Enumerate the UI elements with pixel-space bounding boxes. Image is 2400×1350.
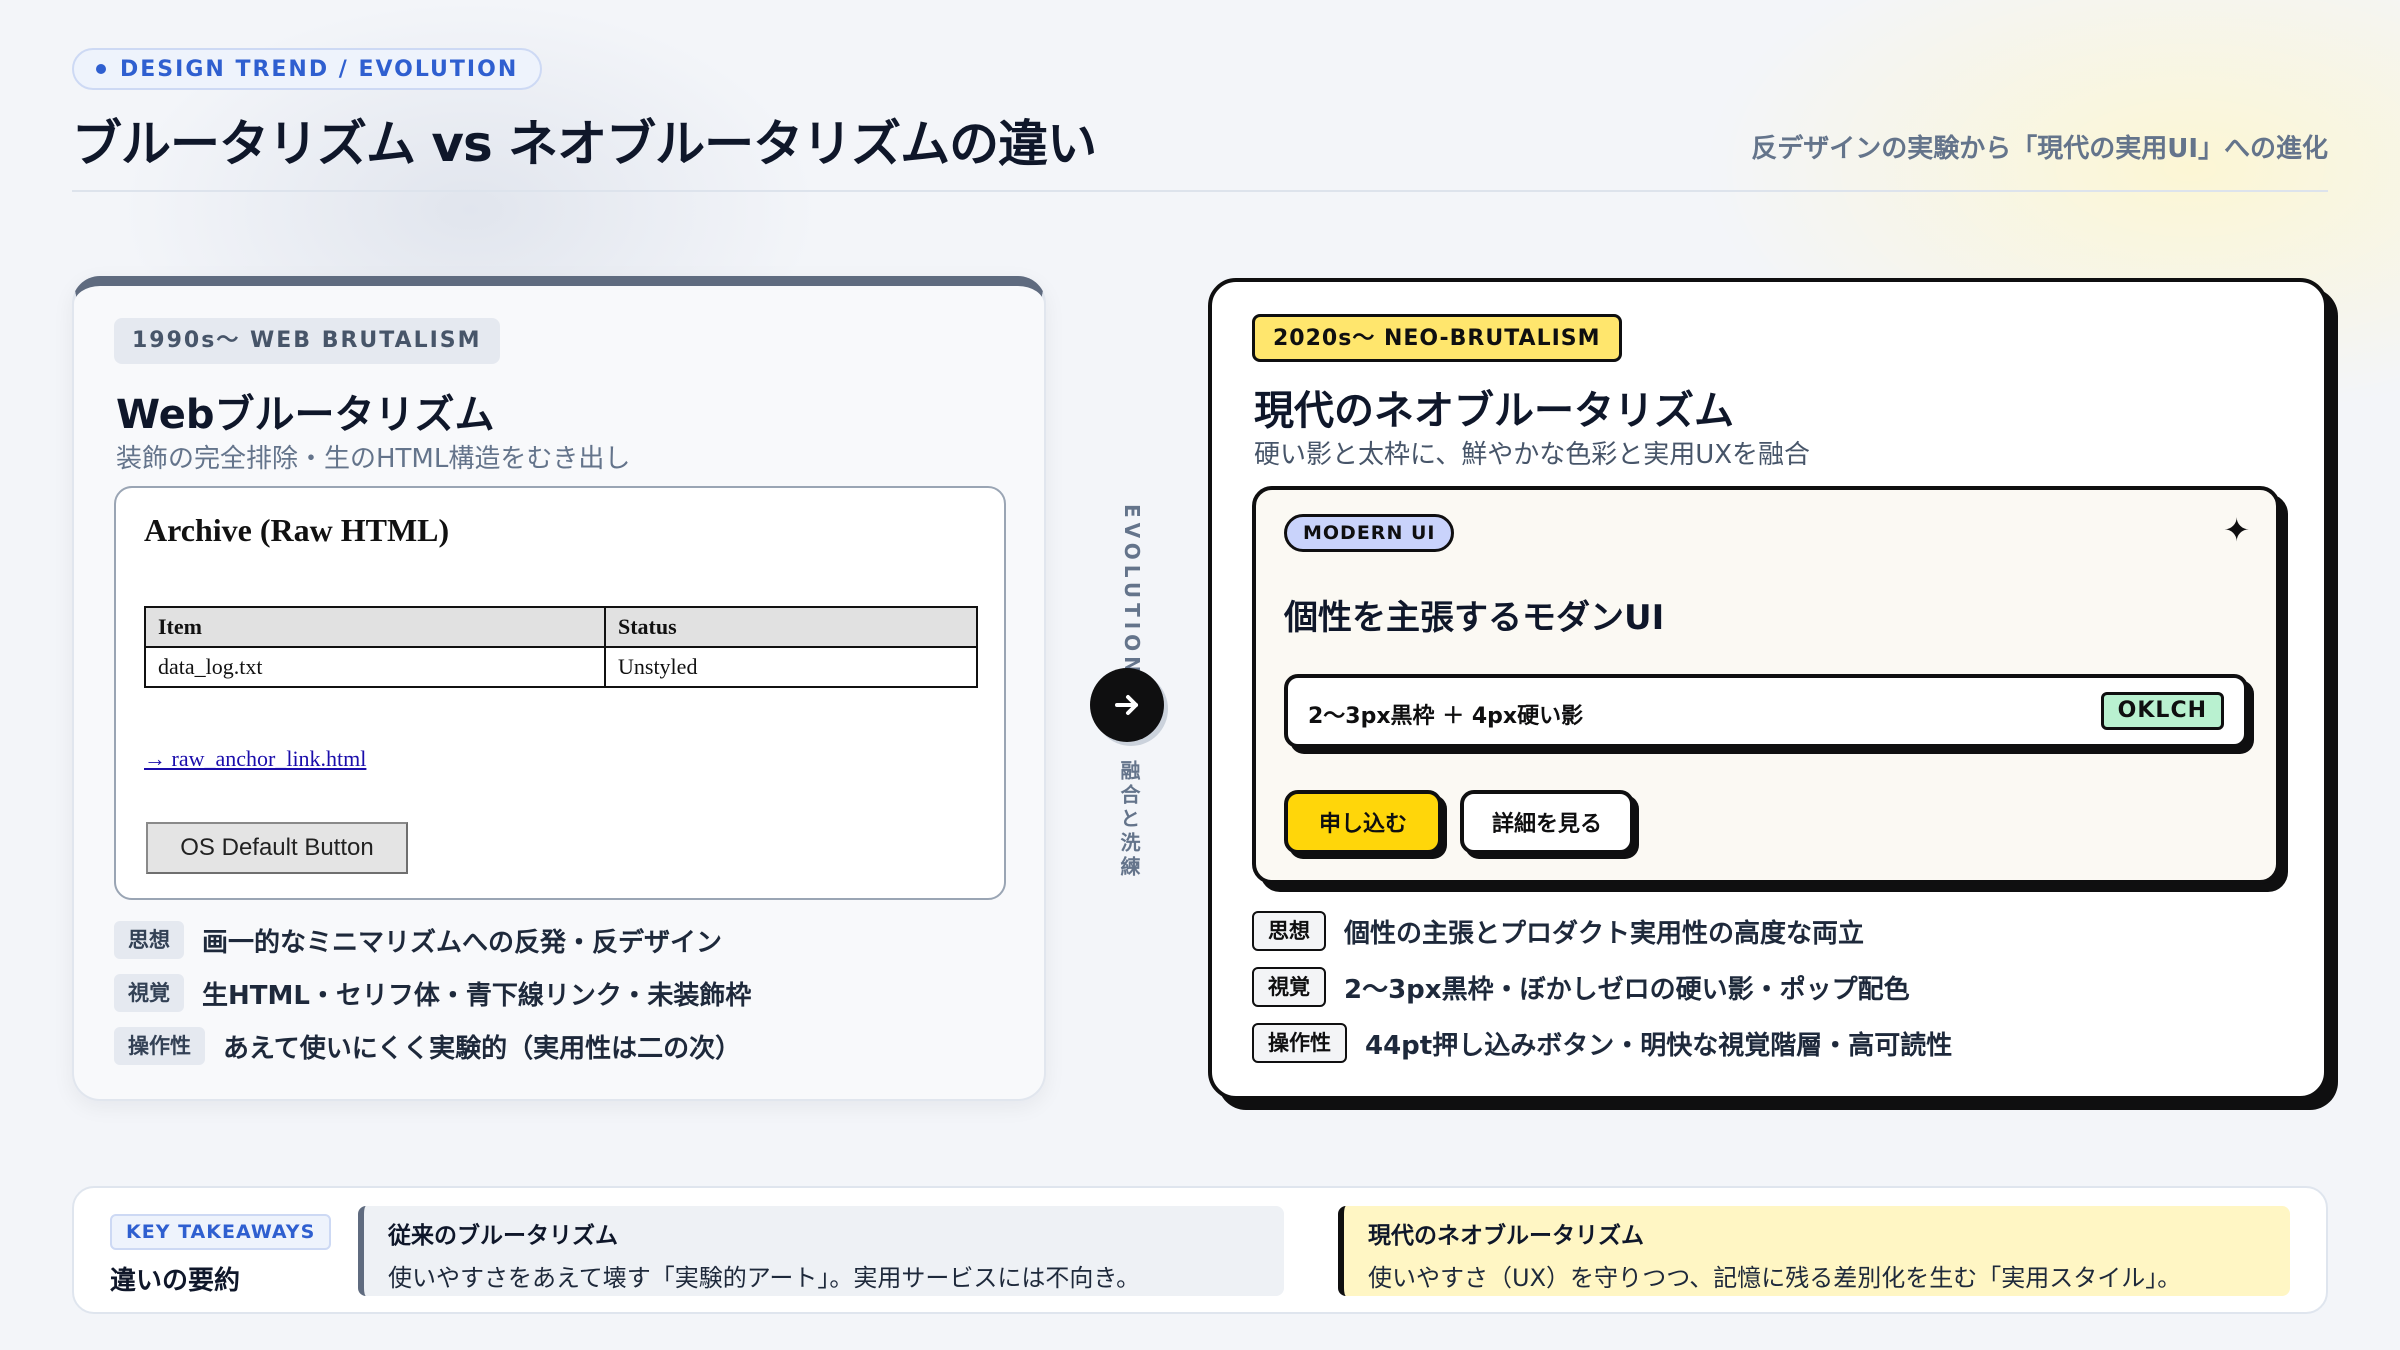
feature-text: 個性の主張とプロダクト実用性の高度な両立 <box>1344 918 1865 949</box>
feature-text: 画一的なミニマリズムへの反発・反デザイン <box>202 927 723 958</box>
feature-label: 操作性 <box>1252 1023 1347 1063</box>
takeaway-heading: 現代のネオブルータリズム <box>1368 1223 1644 1249</box>
raw-html-demo: Archive (Raw HTML) Item Status data_log.… <box>114 486 1006 900</box>
view-details-button[interactable]: 詳細を見る <box>1460 790 1634 854</box>
key-takeaways-pill: KEY TAKEAWAYS <box>110 1214 332 1250</box>
card-title: 現代のネオブルータリズム <box>1254 388 1734 434</box>
modern-ui-pill: MODERN UI <box>1284 514 1455 552</box>
feature-text: 生HTML・セリフ体・青下線リンク・未装飾枠 <box>202 980 752 1011</box>
arrow-right-icon <box>1090 668 1164 742</box>
feature-row-concept: 思想 個性の主張とプロダクト実用性の高度な両立 <box>1252 910 1952 952</box>
raw-anchor-link[interactable]: → raw_anchor_link.html <box>144 746 366 772</box>
feature-text: あえて使いにくく実験的（実用性は二の次） <box>223 1033 742 1064</box>
feature-label: 思想 <box>1252 911 1326 951</box>
trend-pill-label: DESIGN TREND / EVOLUTION <box>120 56 519 82</box>
spec-field: 2〜3px黒枠 ＋ 4px硬い影 OKLCH <box>1284 674 2248 748</box>
table-header-row: Item Status <box>144 606 978 648</box>
oklch-badge: OKLCH <box>2100 692 2224 730</box>
key-takeaways-title: 違いの要約 <box>110 1266 241 1296</box>
feature-text: 2〜3px黒枠・ぼかしゼロの硬い影・ポップ配色 <box>1344 974 1910 1005</box>
dot-icon <box>96 64 106 74</box>
column-header-status: Status <box>604 606 978 648</box>
card-subtitle: 装飾の完全排除・生のHTML構造をむき出し <box>116 444 631 474</box>
table-cell-status: Unstyled <box>604 646 978 688</box>
web-brutalism-card: 1990s〜 WEB BRUTALISM Webブルータリズム 装飾の完全排除・… <box>72 276 1046 1101</box>
feature-row-usability: 操作性 44pt押し込みボタン・明快な視覚階層・高可読性 <box>1252 1022 1952 1064</box>
feature-label: 視覚 <box>1252 967 1326 1007</box>
era-tag: 2020s〜 NEO-BRUTALISM <box>1252 314 1622 362</box>
feature-row-visual: 視覚 2〜3px黒枠・ぼかしゼロの硬い影・ポップ配色 <box>1252 966 1952 1008</box>
arrow-right-glyph <box>1115 695 1138 715</box>
raw-demo-heading: Archive (Raw HTML) <box>144 512 450 548</box>
header-divider <box>72 190 2328 192</box>
takeaway-classic: 従来のブルータリズム 使いやすさをあえて壊す「実験的アート」。実用サービスには不… <box>358 1206 1284 1296</box>
takeaway-body: 使いやすさ（UX）を守りつつ、記憶に残る差別化を生む「実用スタイル」。 <box>1368 1264 2182 1292</box>
feature-label: 思想 <box>114 921 184 959</box>
fusion-label: 融合と洗練 <box>1117 760 1141 880</box>
page-title: ブルータリズム vs ネオブルータリズムの違い <box>72 115 1097 173</box>
table-cell-item: data_log.txt <box>144 646 606 688</box>
trend-pill: DESIGN TREND / EVOLUTION <box>72 48 543 90</box>
page-header: DESIGN TREND / EVOLUTION ブルータリズム vs ネオブル… <box>72 48 2328 173</box>
feature-text: 44pt押し込みボタン・明快な視覚階層・高可読性 <box>1365 1030 1953 1061</box>
takeaway-modern: 現代のネオブルータリズム 使いやすさ（UX）を守りつつ、記憶に残る差別化を生む「… <box>1338 1206 2290 1296</box>
era-tag: 1990s〜 WEB BRUTALISM <box>114 318 500 364</box>
column-header-item: Item <box>144 606 606 648</box>
page-subtitle: 反デザインの実験から「現代の実用UI」への進化 <box>1751 134 2328 164</box>
takeaway-heading: 従来のブルータリズム <box>388 1223 618 1249</box>
card-subtitle: 硬い影と太枠に、鮮やかな色彩と実用UXを融合 <box>1254 440 1811 470</box>
right-feature-list: 思想 個性の主張とプロダクト実用性の高度な両立 視覚 2〜3px黒枠・ぼかしゼロ… <box>1252 910 1952 1078</box>
feature-label: 視覚 <box>114 974 184 1012</box>
neo-brutalism-card: 2020s〜 NEO-BRUTALISM 現代のネオブルータリズム 硬い影と太枠… <box>1208 278 2328 1100</box>
key-takeaways-panel: KEY TAKEAWAYS 違いの要約 従来のブルータリズム 使いやすさをあえて… <box>72 1186 2328 1314</box>
modern-ui-demo: MODERN UI ✦ 個性を主張するモダンUI 2〜3px黒枠 ＋ 4px硬い… <box>1252 486 2280 884</box>
modern-demo-heading: 個性を主張するモダンUI <box>1284 598 1665 638</box>
card-title: Webブルータリズム <box>116 392 495 438</box>
sparkle-icon: ✦ <box>2223 511 2250 549</box>
left-feature-list: 思想 画一的なミニマリズムへの反発・反デザイン 視覚 生HTML・セリフ体・青下… <box>114 920 751 1079</box>
raw-demo-table: Item Status data_log.txt Unstyled <box>144 606 978 688</box>
apply-button[interactable]: 申し込む <box>1284 790 1442 854</box>
table-row: data_log.txt Unstyled <box>144 646 978 688</box>
feature-row-visual: 視覚 生HTML・セリフ体・青下線リンク・未装飾枠 <box>114 973 751 1013</box>
feature-label: 操作性 <box>114 1027 205 1065</box>
takeaway-body: 使いやすさをあえて壊す「実験的アート」。実用サービスには不向き。 <box>388 1264 1141 1292</box>
feature-row-concept: 思想 画一的なミニマリズムへの反発・反デザイン <box>114 920 751 960</box>
evolution-label: EVOLUTION <box>1120 504 1144 678</box>
spec-field-text: 2〜3px黒枠 ＋ 4px硬い影 <box>1308 704 1584 729</box>
os-default-button[interactable]: OS Default Button <box>146 822 408 874</box>
feature-row-usability: 操作性 あえて使いにくく実験的（実用性は二の次） <box>114 1026 751 1066</box>
